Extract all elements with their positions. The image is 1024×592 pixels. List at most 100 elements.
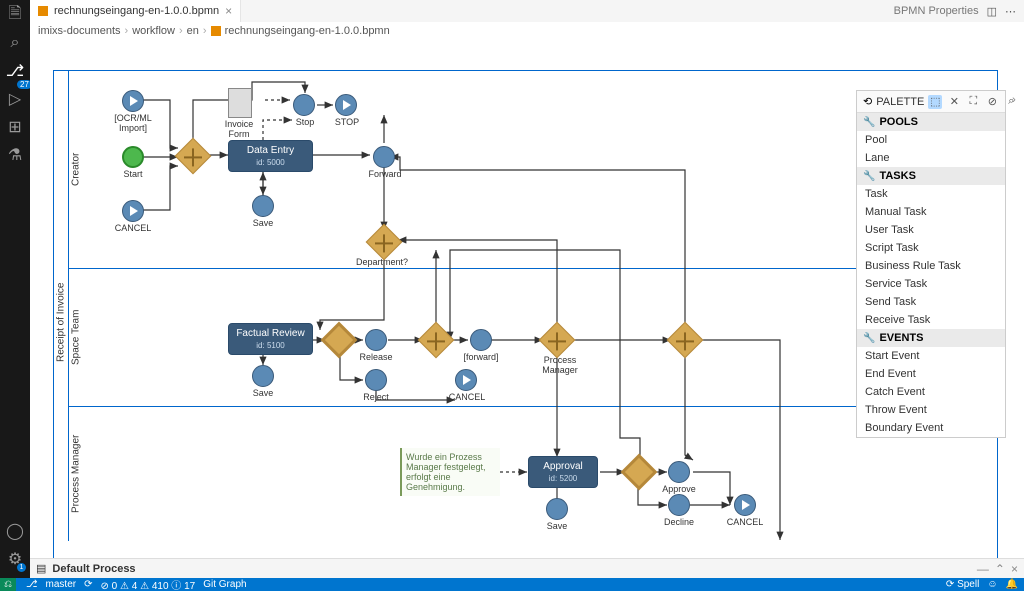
beaker-icon[interactable]: ⚗ — [6, 146, 24, 164]
tool-delete-icon[interactable]: ✕ — [947, 95, 961, 109]
palette-title: PALETTE — [876, 96, 924, 108]
maximize-icon[interactable]: ⌃ — [995, 562, 1005, 576]
breadcrumb-seg[interactable]: rechnungseingang-en-1.0.0.bpmn — [225, 25, 390, 37]
bpmn-event[interactable] — [122, 200, 144, 222]
tool-marquee-icon[interactable]: ⛶ — [966, 95, 980, 109]
palette-item[interactable]: Task — [857, 185, 1005, 203]
palette-category[interactable]: 🔧TASKS — [857, 167, 1005, 185]
event-label: [forward] — [456, 352, 506, 362]
lane-title: Creator — [68, 70, 83, 268]
event-label: [OCR/ML Import] — [108, 113, 158, 133]
palette-panel: ⟲ PALETTE ⬚ ✕ ⛶ ⊘ ⌕ 🔧POOLS Pool Lane 🔧TA… — [856, 90, 1006, 438]
source-control-icon[interactable]: ⎇ — [6, 62, 24, 80]
breadcrumb-seg[interactable]: en — [187, 25, 199, 37]
event-label: STOP — [322, 117, 372, 127]
run-icon[interactable]: ▷ — [6, 90, 24, 108]
bpmn-start-event[interactable] — [122, 90, 144, 112]
lane-title: Space Team — [68, 269, 83, 406]
event-label: Save — [238, 218, 288, 228]
task-label: Factual Review — [236, 328, 304, 339]
close-icon[interactable]: × — [225, 4, 232, 18]
breadcrumb-seg[interactable]: imixs-documents — [38, 25, 121, 37]
bpmn-task-approval[interactable]: Approval id: 5200 — [528, 456, 598, 488]
git-branch[interactable]: master — [46, 579, 77, 590]
bpmn-event[interactable] — [252, 365, 274, 387]
problems[interactable]: ⊘ 0 ⚠ 4 ⚠ 410 ⓘ 17 — [100, 577, 195, 592]
bpmn-end-event[interactable] — [335, 94, 357, 116]
bell-icon[interactable]: 🔔 — [1006, 579, 1018, 590]
palette-item[interactable]: Boundary Event — [857, 419, 1005, 437]
palette-item[interactable]: Business Rule Task — [857, 257, 1005, 275]
palette-item[interactable]: Send Task — [857, 293, 1005, 311]
palette-category[interactable]: 🔧EVENTS — [857, 329, 1005, 347]
event-label: Save — [532, 521, 582, 531]
task-id: id: 5100 — [256, 341, 284, 350]
bpmn-event[interactable] — [365, 329, 387, 351]
spell-button[interactable]: ⟳ Spell — [946, 579, 979, 590]
bpmn-event[interactable] — [546, 498, 568, 520]
event-label: Forward — [360, 169, 410, 179]
files-icon[interactable]: 🗎 — [6, 6, 24, 24]
minimize-icon[interactable]: — — [977, 562, 989, 576]
event-label: Release — [351, 352, 401, 362]
bpmn-annotation[interactable]: Wurde ein Prozess Manager festgelegt, er… — [400, 448, 500, 496]
bpmn-event[interactable] — [470, 329, 492, 351]
event-label: Process Manager — [532, 355, 588, 375]
tool-select-icon[interactable]: ⬚ — [928, 95, 942, 109]
remote-icon[interactable]: ⎌ — [0, 578, 16, 591]
palette-item[interactable]: User Task — [857, 221, 1005, 239]
bpmn-event[interactable] — [668, 494, 690, 516]
breadcrumb-seg[interactable]: workflow — [132, 25, 175, 37]
close-icon[interactable]: × — [1011, 562, 1018, 576]
wrench-icon: 🔧 — [863, 117, 875, 128]
account-icon[interactable]: ◯ — [6, 522, 24, 540]
more-icon[interactable]: ⋯ — [1005, 5, 1016, 18]
event-label: Invoice Form — [214, 119, 264, 139]
bpmn-start-event[interactable] — [122, 146, 144, 168]
palette-item[interactable]: Lane — [857, 149, 1005, 167]
tab-title: rechnungseingang-en-1.0.0.bpmn — [54, 5, 219, 17]
palette-item[interactable]: Service Task — [857, 275, 1005, 293]
breadcrumb[interactable]: imixs-documents› workflow› en› rechnungs… — [30, 22, 1024, 40]
event-label: Approve — [654, 484, 704, 494]
feedback-icon[interactable]: ☺ — [987, 579, 997, 590]
palette-item[interactable]: Catch Event — [857, 383, 1005, 401]
sync-icon[interactable]: ⟳ — [84, 579, 92, 590]
branch-icon[interactable]: ⎇ — [26, 579, 38, 590]
split-editor-icon[interactable]: ◫ — [987, 5, 997, 18]
bpmn-canvas[interactable]: Receipt of Invoice Creator Space Team Pr… — [30, 40, 1024, 558]
palette-item[interactable]: Manual Task — [857, 203, 1005, 221]
lane-title: Process Manager — [68, 407, 83, 541]
bpmn-data-object[interactable] — [228, 88, 252, 118]
bpmn-task-data-entry[interactable]: Data Entry id: 5000 — [228, 140, 313, 172]
bpmn-event[interactable] — [734, 494, 756, 516]
editor-tab[interactable]: rechnungseingang-en-1.0.0.bpmn × — [30, 0, 241, 22]
bpmn-event[interactable] — [455, 369, 477, 391]
bpmn-properties-button[interactable]: BPMN Properties — [894, 5, 979, 17]
bpmn-event[interactable] — [668, 461, 690, 483]
activity-bar: 🗎 ⌕ ⎇ ▷ ⊞ ⚗ 27 ◯ ⚙ 1 — [0, 0, 30, 578]
wrench-icon: 🔧 — [863, 171, 875, 182]
tool-circle-icon[interactable]: ⊘ — [985, 95, 999, 109]
bpmn-event[interactable] — [365, 369, 387, 391]
task-id: id: 5000 — [256, 158, 284, 167]
palette-expand-icon[interactable]: › — [1008, 94, 1020, 116]
task-id: id: 5200 — [549, 474, 577, 483]
event-label: Department? — [356, 257, 406, 267]
palette-item[interactable]: Script Task — [857, 239, 1005, 257]
refresh-icon[interactable]: ⟲ — [863, 95, 872, 108]
palette-item[interactable]: End Event — [857, 365, 1005, 383]
tab-bar: rechnungseingang-en-1.0.0.bpmn × BPMN Pr… — [30, 0, 1024, 22]
bpmn-event[interactable] — [293, 94, 315, 116]
palette-item[interactable]: Start Event — [857, 347, 1005, 365]
palette-category[interactable]: 🔧POOLS — [857, 113, 1005, 131]
git-graph-button[interactable]: Git Graph — [203, 579, 246, 590]
search-icon[interactable]: ⌕ — [6, 34, 24, 52]
palette-item[interactable]: Pool — [857, 131, 1005, 149]
bpmn-event[interactable] — [252, 195, 274, 217]
bpmn-event[interactable] — [373, 146, 395, 168]
extensions-icon[interactable]: ⊞ — [6, 118, 24, 136]
palette-item[interactable]: Receive Task — [857, 311, 1005, 329]
bpmn-task-factual-review[interactable]: Factual Review id: 5100 — [228, 323, 313, 355]
palette-item[interactable]: Throw Event — [857, 401, 1005, 419]
